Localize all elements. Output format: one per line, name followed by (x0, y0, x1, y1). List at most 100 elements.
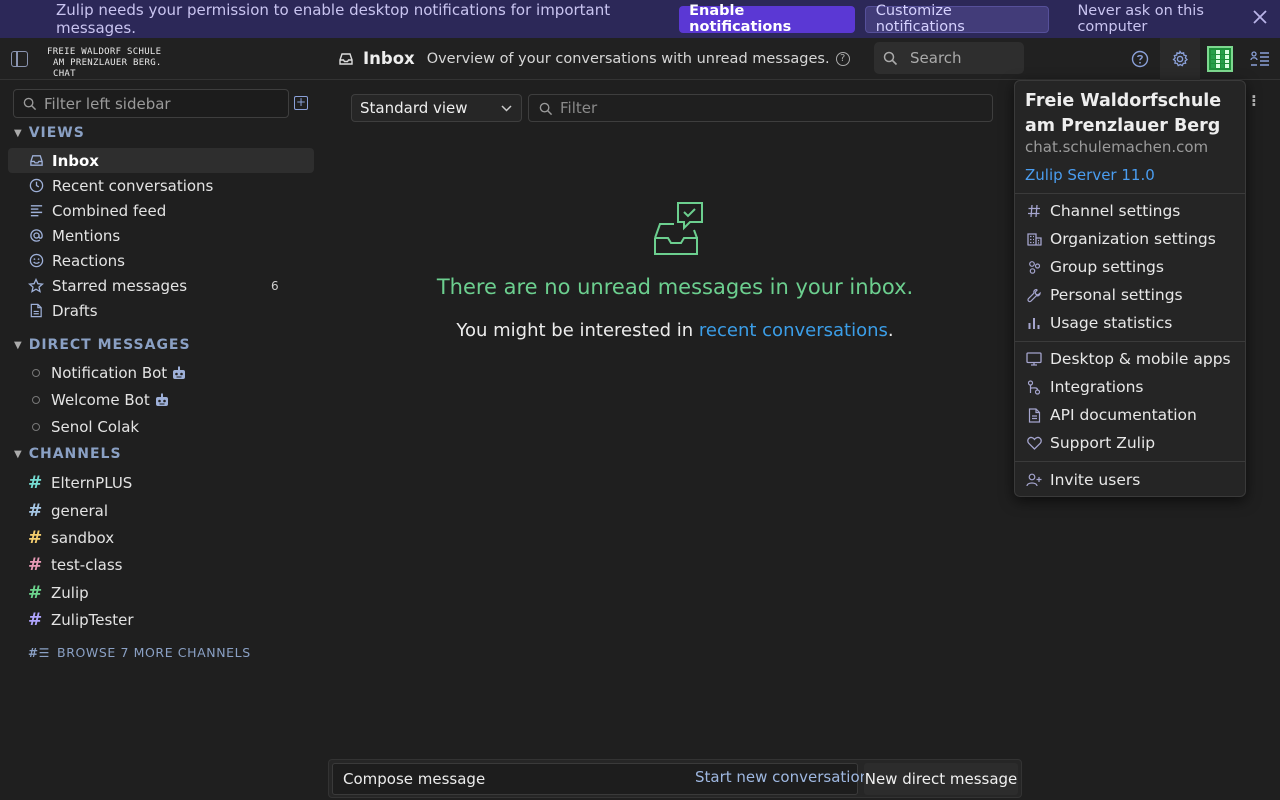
sidebar-item-combined-feed[interactable]: Combined feed (8, 198, 314, 223)
page-title-text: Inbox (363, 49, 415, 68)
menu-item-channel-settings[interactable]: Channel settings (1025, 198, 1240, 224)
inbox-icon (339, 52, 353, 65)
empty-inbox-title: There are no unread messages in your inb… (436, 275, 914, 299)
channel-label: general (51, 501, 109, 520)
channels-header-label: CHANNELS (28, 446, 122, 462)
dm-item-label: Welcome Bot (51, 390, 150, 409)
collapse-triangle-icon: ▼ (14, 127, 23, 139)
sidebar-item-inbox[interactable]: Inbox (8, 148, 314, 173)
sidebar-item-mentions[interactable]: Mentions (8, 223, 314, 248)
sidebar-item-recent-conversations[interactable]: Recent conversations (8, 173, 314, 198)
channel-item-zulip[interactable]: # Zulip (8, 580, 314, 605)
menu-item-label: Usage statistics (1050, 314, 1173, 332)
presence-icon (32, 422, 40, 431)
channel-hash-icon: # (28, 582, 43, 603)
monitor-icon (1025, 350, 1043, 368)
menu-item-label: Group settings (1050, 258, 1164, 276)
sidebar-item-label: Mentions (52, 226, 121, 245)
dm-item-welcome-bot[interactable]: Welcome Bot (8, 387, 314, 412)
views-header[interactable]: ▼ VIEWS (14, 125, 85, 141)
server-version-link[interactable]: Zulip Server 11.0 (1025, 166, 1155, 184)
dm-item-notification-bot[interactable]: Notification Bot (8, 360, 314, 385)
menu-item-support-zulip[interactable]: Support Zulip (1025, 430, 1240, 456)
chevron-down-icon (501, 104, 512, 112)
avatar[interactable] (1200, 38, 1240, 80)
search-input[interactable]: Search (874, 42, 1024, 74)
gear-icon[interactable] (1160, 38, 1200, 80)
add-channel-icon[interactable]: + (294, 96, 308, 110)
menu-item-organization-settings[interactable]: Organization settings (1025, 226, 1240, 252)
org-logo[interactable]: FREIE WALDORF SCHULE AM PRENZLAUER BERG.… (47, 47, 187, 80)
channel-label: Zulip (51, 583, 89, 602)
channel-hash-icon: # (28, 609, 43, 630)
sidebar-item-drafts[interactable]: Drafts (8, 298, 314, 323)
start-new-conversation-button[interactable]: Start new conversation (695, 768, 869, 786)
menu-item-group-settings[interactable]: Group settings (1025, 254, 1240, 280)
close-icon[interactable] (1250, 8, 1270, 28)
menu-item-personal-settings[interactable]: Personal settings (1025, 282, 1240, 308)
inbox-filter-input[interactable]: Filter (528, 94, 993, 122)
dm-item-label: Notification Bot (51, 363, 168, 382)
menu-item-integrations[interactable]: Integrations (1025, 374, 1240, 400)
integrations-icon (1025, 378, 1043, 396)
menu-item-invite-users[interactable]: Invite users (1025, 467, 1240, 493)
new-direct-message-button[interactable]: New direct message (864, 763, 1018, 795)
sidebar-toggle-icon[interactable] (11, 51, 28, 67)
recent-conversations-link[interactable]: recent conversations (699, 320, 888, 341)
never-ask-button[interactable]: Never ask on this computer (1067, 3, 1280, 35)
menu-item-label: API documentation (1050, 406, 1197, 424)
compose-bar: Compose message Start new conversation N… (328, 759, 1022, 798)
page-title: Inbox Overview of your conversations wit… (338, 49, 850, 68)
search-icon (539, 102, 553, 116)
menu-item-label: Organization settings (1050, 230, 1216, 248)
top-navbar: FREIE WALDORF SCHULE AM PRENZLAUER BERG.… (0, 38, 1280, 80)
direct-messages-header[interactable]: ▼ DIRECT MESSAGES (14, 337, 191, 353)
menu-item-usage-statistics[interactable]: Usage statistics (1025, 310, 1240, 336)
filter-left-sidebar-input[interactable]: Filter left sidebar (13, 89, 289, 118)
star-icon (27, 277, 45, 295)
channel-item-test-class[interactable]: # test-class (8, 552, 314, 577)
sidebar-item-label: Combined feed (52, 201, 167, 220)
wrench-icon (1025, 286, 1043, 304)
inbox-icon (27, 152, 45, 170)
sidebar-item-starred-messages[interactable]: Starred messages 6 (8, 273, 314, 298)
sidebar-item-label: Recent conversations (52, 176, 214, 195)
menu-item-desktop-mobile-apps[interactable]: Desktop & mobile apps (1025, 346, 1240, 372)
channel-item-general[interactable]: # general (8, 498, 314, 523)
channel-item-ziliptester[interactable]: # ZulipTester (8, 607, 314, 632)
browse-channels-icon: #☰ (28, 645, 51, 660)
help-menu-icon[interactable] (1120, 38, 1160, 80)
filter-placeholder: Filter (560, 99, 598, 117)
clock-icon (27, 177, 45, 195)
browse-more-channels-link[interactable]: #☰ BROWSE 7 MORE CHANNELS (28, 645, 251, 660)
org-url: chat.schulemachen.com (1025, 138, 1209, 156)
menu-item-label: Support Zulip (1050, 434, 1156, 452)
channel-label: test-class (51, 555, 123, 574)
hash-icon (1025, 202, 1043, 220)
dm-item-senol-colak[interactable]: Senol Colak (8, 414, 314, 439)
menu-divider (1015, 461, 1245, 462)
channel-hash-icon: # (28, 527, 43, 548)
building-icon (1025, 230, 1043, 248)
channel-item-sandbox[interactable]: # sandbox (8, 525, 314, 550)
org-logo-line1: FREIE WALDORF SCHULE (47, 47, 162, 57)
customize-notifications-button[interactable]: Customize notifications (864, 3, 1050, 35)
more-options-icon[interactable]: · · · (1251, 90, 1257, 113)
user-plus-icon (1025, 471, 1043, 489)
sidebar-item-reactions[interactable]: Reactions (8, 248, 314, 273)
channel-item-elternplus[interactable]: # ElternPLUS (8, 470, 314, 495)
channel-label: sandbox (51, 528, 115, 547)
group-icon (1025, 258, 1043, 276)
filter-placeholder: Filter left sidebar (44, 94, 171, 113)
view-select[interactable]: Standard view (351, 94, 522, 122)
empty-sub-text: You might be interested in (456, 320, 699, 341)
org-logo-line2: AM PRENZLAUER BERG. CHAT (53, 58, 162, 79)
smiley-icon (27, 252, 45, 270)
enable-notifications-button[interactable]: Enable notifications (679, 3, 855, 35)
collapse-triangle-icon: ▼ (14, 448, 23, 460)
user-list-toggle-icon[interactable] (1240, 38, 1280, 80)
feed-icon (27, 202, 45, 220)
help-icon[interactable]: ? (835, 51, 850, 66)
menu-item-api-documentation[interactable]: API documentation (1025, 402, 1240, 428)
channels-header[interactable]: ▼ CHANNELS (14, 446, 122, 462)
